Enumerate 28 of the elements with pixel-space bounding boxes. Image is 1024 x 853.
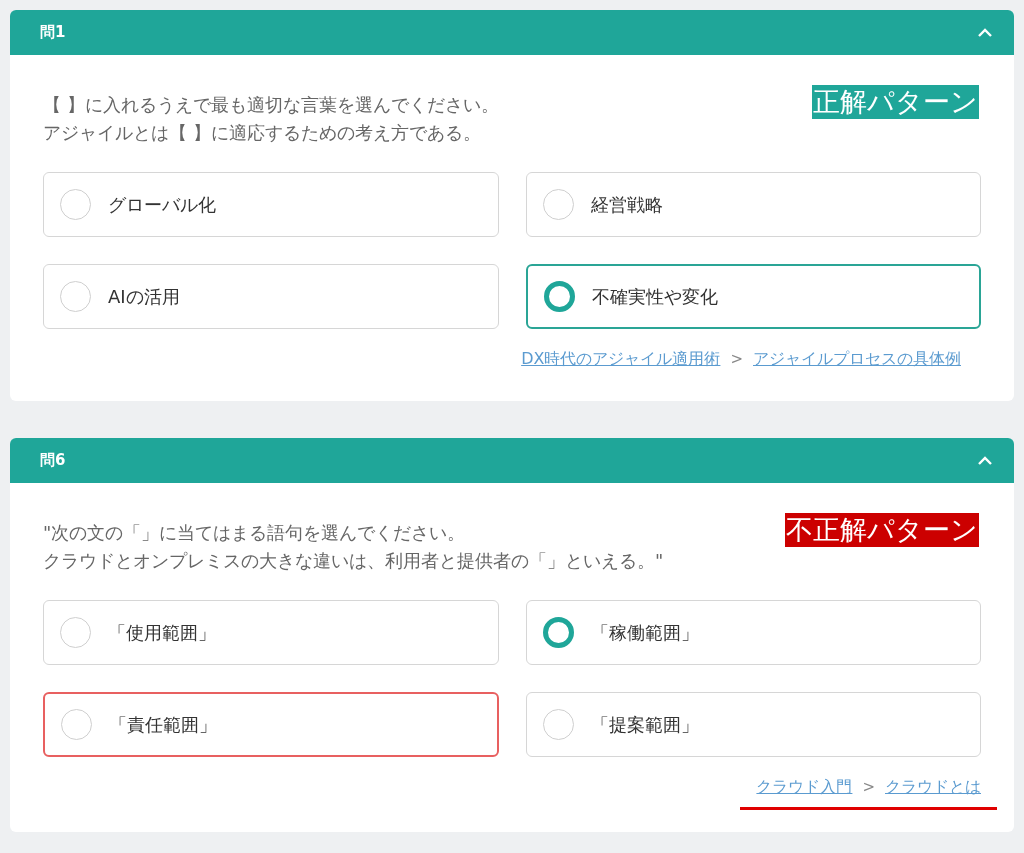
chevron-icon[interactable] <box>978 28 992 37</box>
radio-button[interactable] <box>542 617 574 648</box>
option-label: グローバル化 <box>108 193 216 217</box>
chevron-icon[interactable] <box>978 456 992 465</box>
option-label: 経営戦略 <box>590 193 663 217</box>
result-label: 不正解パターン <box>785 513 979 547</box>
radio-button[interactable] <box>543 281 575 312</box>
question-text: "次の文の「」に当てはまる語句を選んでください。 クラウドとオンプレミスの大きな違いは、利用者と提供者の「」といえる。" <box>43 521 664 573</box>
option-label: 「使用範囲」 <box>108 621 216 645</box>
breadcrumb-separator: > <box>730 348 743 370</box>
answer-option[interactable]: 「提案範囲」 <box>525 692 981 757</box>
answer-option[interactable]: 経営戦略 <box>525 172 981 237</box>
option-label: 「責任範囲」 <box>109 713 217 737</box>
question-text: 【 】に入れるうえで最も適切な言葉を選んでください。 アジャイルとは【 】に適応するための考え方である。 <box>43 93 499 145</box>
answer-option[interactable]: AIの活用 <box>43 264 499 329</box>
option-label: AIの活用 <box>108 285 180 309</box>
option-label: 「提案範囲」 <box>590 713 699 737</box>
result-label: 正解パターン <box>812 85 979 119</box>
answer-option[interactable]: 不確実性や変化 <box>525 264 981 329</box>
answer-option[interactable]: 「責任範囲」 <box>43 692 499 757</box>
question-number: 問1 <box>40 22 66 44</box>
option-label: 「稼働範囲」 <box>590 621 699 645</box>
answer-option[interactable]: グローバル化 <box>43 172 499 237</box>
answer-option[interactable]: 「使用範囲」 <box>43 600 499 665</box>
question-number: 問6 <box>40 450 66 472</box>
answer-option[interactable]: 「稼働範囲」 <box>525 600 981 665</box>
option-label: 不確実性や変化 <box>591 285 718 309</box>
breadcrumb-separator: > <box>862 776 875 798</box>
